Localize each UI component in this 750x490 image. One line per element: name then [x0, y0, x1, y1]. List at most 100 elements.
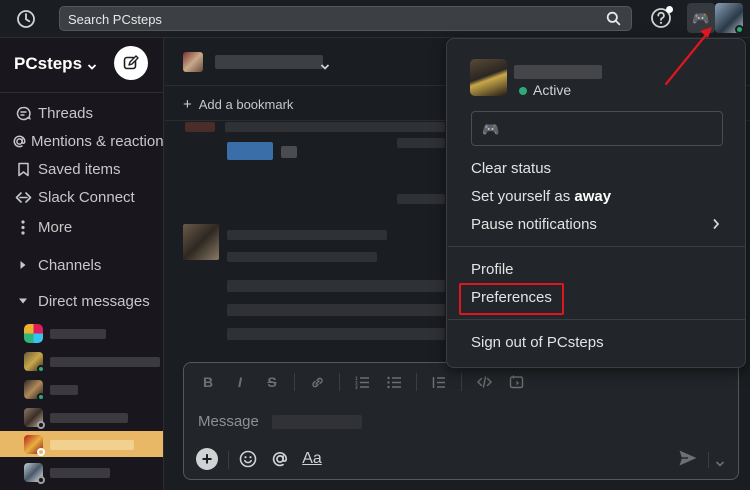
- mention-icon[interactable]: [268, 447, 292, 471]
- send-icon[interactable]: [678, 449, 698, 472]
- status-input[interactable]: 🎮: [471, 111, 723, 146]
- chevron-down-icon[interactable]: [715, 455, 725, 473]
- bullet-list-icon[interactable]: [384, 372, 404, 392]
- message-composer[interactable]: B I S 123 Message + Aa: [183, 362, 739, 480]
- sidebar-item-label: Slack Connect: [38, 188, 135, 206]
- message-redacted: [227, 142, 273, 160]
- at-icon: [12, 134, 27, 149]
- section-channels[interactable]: Channels: [0, 252, 163, 278]
- workspace-name[interactable]: PCsteps: [14, 54, 82, 74]
- blockquote-icon[interactable]: [429, 372, 449, 392]
- list-item[interactable]: [0, 404, 163, 430]
- list-item[interactable]: [0, 459, 163, 485]
- list-item[interactable]: [0, 348, 163, 374]
- svg-text:3: 3: [355, 385, 358, 389]
- message-redacted: [397, 194, 445, 204]
- list-item[interactable]: [0, 376, 163, 402]
- status-active-dot: [37, 365, 45, 373]
- add-bookmark-button[interactable]: + Add a bookmark: [183, 96, 293, 113]
- slack-window: Search PCsteps 🎮 PCsteps Threads Mention…: [0, 0, 750, 490]
- status-label: Active: [533, 82, 572, 98]
- sidebar-item-saved[interactable]: Saved items: [0, 156, 163, 182]
- code-block-icon[interactable]: [506, 372, 526, 392]
- attach-plus-button[interactable]: +: [196, 448, 218, 470]
- divider: [448, 319, 746, 320]
- bold-icon[interactable]: B: [198, 372, 218, 392]
- search-placeholder: Search PCsteps: [68, 12, 162, 27]
- plus-icon: +: [183, 96, 192, 113]
- message-redacted: [227, 230, 387, 240]
- status-active-dot: [735, 25, 744, 34]
- history-icon[interactable]: [14, 7, 38, 31]
- sidebar-item-slack-connect[interactable]: Slack Connect: [0, 184, 163, 210]
- sidebar-item-label: More: [38, 218, 73, 236]
- dm-name-redacted: [50, 468, 110, 478]
- menu-item-sign-out[interactable]: Sign out of PCsteps: [471, 334, 604, 351]
- sidebar: PCsteps Threads Mentions & reactions Sav…: [0, 38, 164, 490]
- divider: [339, 373, 340, 391]
- section-label: Channels: [38, 256, 102, 274]
- status-active-dot: [37, 393, 45, 401]
- dm-name-redacted: [50, 413, 128, 423]
- message-redacted: [227, 328, 445, 340]
- text-format-button[interactable]: Aa: [300, 447, 324, 471]
- user-name-redacted: [514, 65, 602, 79]
- link-icon[interactable]: [307, 372, 327, 392]
- divider: [461, 373, 462, 391]
- annotation-arrow-icon: [664, 27, 712, 86]
- bookmark-icon: [12, 162, 34, 177]
- sidebar-item-threads[interactable]: Threads: [0, 100, 163, 126]
- threads-icon: [12, 106, 34, 121]
- menu-item-clear-status[interactable]: Clear status: [471, 160, 551, 177]
- list-item[interactable]: [0, 320, 163, 346]
- divider: [0, 92, 163, 93]
- more-vertical-icon: [12, 219, 34, 235]
- divider: [448, 246, 746, 247]
- section-label: Direct messages: [38, 292, 150, 310]
- status-away-dot: [37, 421, 45, 429]
- dm-name-redacted: [50, 440, 134, 450]
- chevron-down-icon[interactable]: [320, 58, 330, 76]
- dm-name-redacted: [50, 329, 106, 339]
- channel-name-redacted[interactable]: [215, 55, 323, 69]
- top-bar: Search PCsteps 🎮: [0, 0, 750, 38]
- status-active-dot: [519, 87, 527, 95]
- status-away-dot: [37, 476, 45, 484]
- section-direct-messages[interactable]: Direct messages: [0, 288, 163, 314]
- strikethrough-icon[interactable]: S: [262, 372, 282, 392]
- message-redacted: [227, 304, 445, 316]
- menu-item-profile[interactable]: Profile: [471, 261, 514, 278]
- slack-connect-icon: [12, 191, 34, 204]
- emoji-icon[interactable]: [236, 447, 260, 471]
- gamepad-icon: 🎮: [482, 121, 500, 137]
- search-icon[interactable]: [606, 11, 621, 31]
- message-redacted: [281, 146, 297, 158]
- list-item-active[interactable]: [0, 431, 163, 457]
- notification-dot: [666, 6, 673, 13]
- add-bookmark-label: Add a bookmark: [198, 97, 294, 112]
- sidebar-item-label: Saved items: [38, 160, 121, 178]
- message-redacted: [227, 280, 445, 292]
- avatar: [183, 224, 219, 260]
- caret-right-icon: [12, 260, 34, 270]
- compose-button[interactable]: [114, 46, 148, 80]
- text-format-label: Aa: [302, 450, 322, 467]
- sidebar-item-more[interactable]: More: [0, 214, 163, 240]
- divider: [708, 452, 709, 468]
- search-input[interactable]: Search PCsteps: [59, 6, 632, 31]
- ordered-list-icon[interactable]: 123: [352, 372, 372, 392]
- avatar: [183, 52, 203, 72]
- sidebar-item-label: Mentions & reactions: [31, 132, 164, 150]
- menu-item-pause-notifications[interactable]: Pause notifications: [471, 216, 597, 233]
- code-icon[interactable]: [474, 372, 494, 392]
- divider: [228, 451, 229, 469]
- chevron-down-icon[interactable]: [87, 58, 97, 76]
- avatar: [470, 59, 507, 96]
- sidebar-item-mentions[interactable]: Mentions & reactions: [0, 128, 164, 154]
- menu-item-set-away[interactable]: Set yourself as away: [471, 188, 611, 205]
- message-placeholder: Message: [198, 413, 259, 430]
- composer-actions: + Aa: [184, 445, 738, 479]
- set-away-bold: away: [574, 188, 612, 205]
- italic-icon[interactable]: I: [230, 372, 250, 392]
- message-redacted: [185, 122, 215, 132]
